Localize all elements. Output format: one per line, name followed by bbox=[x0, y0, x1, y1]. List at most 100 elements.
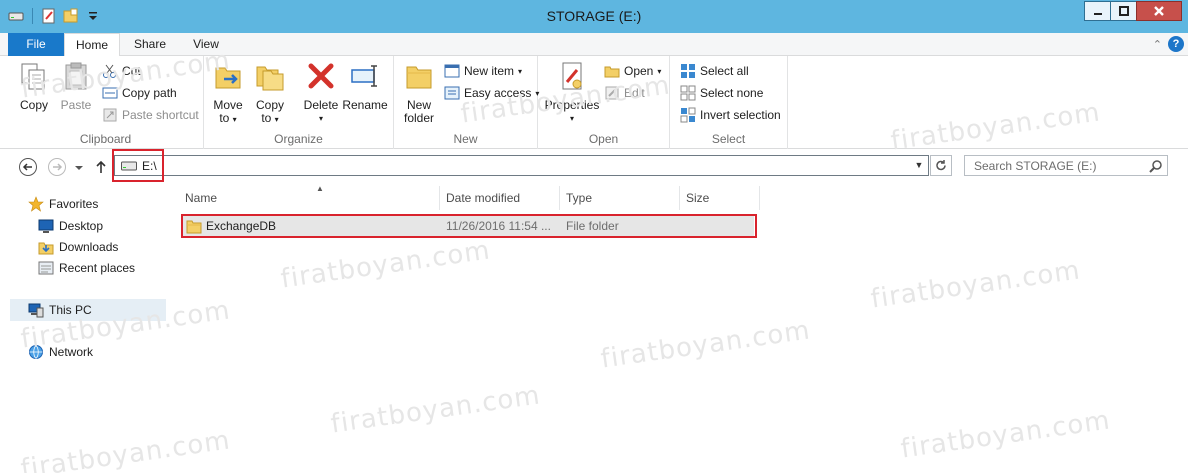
recent-places-icon bbox=[38, 261, 54, 275]
select-none-button[interactable]: Select none bbox=[680, 83, 763, 103]
nav-item-downloads[interactable]: Downloads bbox=[38, 237, 118, 257]
close-icon bbox=[1154, 6, 1164, 16]
tab-share[interactable]: Share bbox=[124, 33, 176, 56]
properties-icon bbox=[562, 62, 582, 90]
nav-item-favorites[interactable]: Favorites bbox=[28, 194, 98, 214]
invert-selection-icon bbox=[680, 107, 696, 123]
nav-item-recent-places[interactable]: Recent places bbox=[38, 258, 135, 278]
recent-locations-icon[interactable] bbox=[72, 157, 86, 177]
new-item-label: New item bbox=[464, 64, 515, 78]
invert-selection-button[interactable]: Invert selection bbox=[680, 105, 781, 125]
file-list: ▲ Name Date modified Type Size ExchangeD… bbox=[166, 183, 1188, 473]
address-bar[interactable]: E:\ ▼ bbox=[114, 155, 929, 176]
copy-button[interactable]: Copy bbox=[14, 60, 54, 112]
refresh-button[interactable] bbox=[930, 155, 952, 176]
column-header-size[interactable]: Size bbox=[680, 186, 760, 210]
paste-button[interactable]: Paste bbox=[56, 60, 96, 112]
properties-dropdown-icon: ▾ bbox=[569, 114, 574, 123]
nav-item-label: Favorites bbox=[49, 197, 99, 211]
up-arrow-icon[interactable] bbox=[94, 157, 108, 177]
title-bar: STORAGE (E:) bbox=[0, 0, 1188, 33]
move-to-dropdown-icon: ▾ bbox=[232, 115, 237, 124]
minimize-button[interactable] bbox=[1084, 1, 1111, 21]
close-button[interactable] bbox=[1136, 1, 1182, 21]
forward-button[interactable] bbox=[47, 157, 67, 177]
nav-item-desktop[interactable]: Desktop bbox=[38, 216, 103, 236]
open-group-label: Open bbox=[588, 132, 619, 146]
new-group-label: New bbox=[453, 132, 478, 146]
edit-label: Edit bbox=[624, 86, 645, 100]
open-group: Properties ▾ Open ▾ Edit Open bbox=[538, 56, 670, 149]
open-label: Open bbox=[624, 64, 654, 78]
tab-home[interactable]: Home bbox=[64, 33, 120, 57]
maximize-icon bbox=[1118, 6, 1129, 16]
ribbon-tabs: File Home Share View ⌃ ? bbox=[0, 33, 1188, 57]
easy-access-button[interactable]: Easy access ▾ bbox=[444, 83, 539, 103]
nav-item-label: Recent places bbox=[59, 261, 136, 275]
rename-button[interactable]: Rename bbox=[342, 60, 388, 112]
edit-icon bbox=[605, 86, 619, 100]
open-button[interactable]: Open ▾ bbox=[604, 61, 661, 81]
copy-path-label: Copy path bbox=[122, 86, 177, 100]
new-item-button[interactable]: New item ▾ bbox=[444, 61, 522, 81]
column-header-date-modified[interactable]: Date modified bbox=[440, 186, 560, 210]
paste-label: Paste bbox=[60, 98, 92, 112]
invert-selection-label: Invert selection bbox=[700, 108, 781, 122]
search-box[interactable]: Search STORAGE (E:) bbox=[964, 155, 1168, 176]
tab-view[interactable]: View bbox=[180, 33, 232, 56]
select-group: Select all Select none Invert selection … bbox=[670, 56, 788, 149]
address-highlight-box bbox=[112, 149, 164, 182]
search-icon[interactable] bbox=[1149, 159, 1163, 173]
nav-item-this-pc[interactable]: This PC bbox=[28, 300, 92, 320]
properties-button[interactable]: Properties ▾ bbox=[542, 60, 602, 125]
move-to-icon bbox=[215, 67, 241, 89]
copy-to-label-2: to bbox=[261, 111, 272, 125]
copy-icon bbox=[21, 63, 45, 90]
nav-item-label: Downloads bbox=[59, 240, 119, 254]
select-all-label: Select all bbox=[700, 64, 749, 78]
clipboard-group-label: Clipboard bbox=[79, 132, 132, 146]
refresh-icon bbox=[936, 160, 946, 171]
paste-icon bbox=[65, 62, 87, 90]
properties-label: Properties bbox=[544, 98, 600, 112]
copy-to-dropdown-icon: ▾ bbox=[274, 115, 279, 124]
nav-item-label: This PC bbox=[49, 303, 92, 317]
navigation-pane: Favorites Desktop Downloads Recent place… bbox=[0, 183, 166, 473]
column-header-type[interactable]: Type bbox=[560, 186, 680, 210]
scissors-icon bbox=[103, 64, 116, 78]
window-title: STORAGE (E:) bbox=[546, 8, 642, 24]
rename-label: Rename bbox=[342, 98, 388, 112]
organize-group: Move to ▾ Copy to ▾ Delete ▾ Rename Orga… bbox=[204, 56, 394, 149]
row-highlight-box bbox=[181, 214, 757, 238]
select-none-icon bbox=[680, 85, 696, 101]
search-placeholder: Search STORAGE (E:) bbox=[974, 159, 1097, 173]
copy-path-icon bbox=[102, 87, 118, 99]
help-icon[interactable]: ? bbox=[1168, 36, 1184, 52]
copy-path-button[interactable]: Copy path bbox=[102, 83, 177, 103]
nav-item-label: Desktop bbox=[59, 219, 104, 233]
open-folder-icon bbox=[604, 66, 620, 78]
new-folder-button[interactable]: New folder bbox=[400, 60, 438, 125]
column-header-label: Type bbox=[566, 191, 593, 205]
paste-shortcut-button[interactable]: Paste shortcut bbox=[102, 105, 199, 125]
new-group: New folder New item ▾ Easy access ▾ New bbox=[394, 56, 539, 149]
select-group-label: Select bbox=[711, 132, 746, 146]
nav-item-network[interactable]: Network bbox=[28, 342, 93, 362]
delete-button[interactable]: Delete ▾ bbox=[300, 60, 342, 125]
back-button[interactable] bbox=[18, 157, 38, 177]
minimize-ribbon-icon[interactable]: ⌃ bbox=[1153, 38, 1162, 51]
address-dropdown-icon[interactable]: ▼ bbox=[912, 158, 926, 173]
maximize-button[interactable] bbox=[1110, 1, 1137, 21]
move-to-button[interactable]: Move to ▾ bbox=[210, 60, 246, 126]
copy-to-button[interactable]: Copy to ▾ bbox=[252, 60, 288, 126]
edit-button[interactable]: Edit bbox=[604, 83, 645, 103]
easy-access-icon bbox=[444, 86, 460, 100]
select-all-button[interactable]: Select all bbox=[680, 61, 749, 81]
organize-group-label: Organize bbox=[274, 132, 323, 146]
new-item-dropdown-icon: ▾ bbox=[518, 66, 523, 76]
column-header-label: Date modified bbox=[446, 191, 521, 205]
column-header-name[interactable]: ▲ Name bbox=[179, 184, 440, 210]
cut-button[interactable]: Cut bbox=[102, 61, 141, 81]
tab-file[interactable]: File bbox=[8, 33, 64, 56]
star-icon bbox=[28, 196, 44, 212]
